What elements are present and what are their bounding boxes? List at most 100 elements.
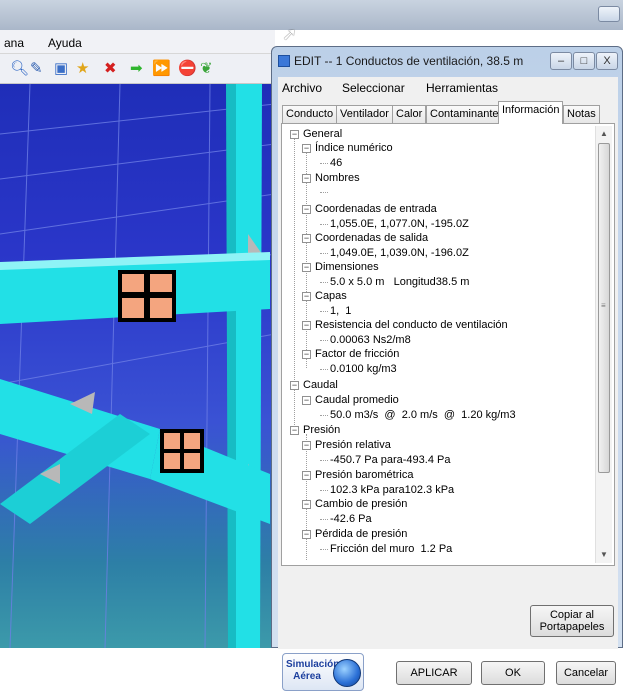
scrollbar-thumb[interactable]: ≡ — [598, 143, 610, 473]
tab-contaminante[interactable]: Contaminante — [426, 105, 503, 123]
tree-node-presion-barometrica[interactable]: Presión barométrica — [315, 469, 413, 482]
node-icon[interactable]: ❦ — [200, 60, 213, 78]
collapse-toggle[interactable]: − — [302, 396, 311, 405]
ok-button[interactable]: OK — [481, 661, 545, 685]
search-icon[interactable]: 🔍︎ — [10, 60, 29, 78]
tree-connector — [320, 163, 328, 164]
tree-node-coord-salida[interactable]: Coordenadas de salida — [315, 232, 428, 245]
tree-connector — [320, 192, 328, 193]
tab-calor[interactable]: Calor — [392, 105, 427, 123]
collapse-toggle[interactable]: − — [302, 234, 311, 243]
tree-node-caudal[interactable]: Caudal — [303, 379, 338, 392]
info-tree[interactable]: − General − Índice numérico 46 − Nombres… — [286, 128, 594, 561]
tree-node-nombres[interactable]: Nombres — [315, 172, 360, 185]
collapse-toggle[interactable]: − — [302, 321, 311, 330]
collapse-toggle[interactable]: − — [302, 441, 311, 450]
apply-button[interactable]: APLICAR — [396, 661, 472, 685]
tree-value-coord-salida: 1,049.0E, 1,039.0N, -196.0Z — [330, 247, 469, 259]
tree-value-resistencia: 0.00063 Ns2/m8 — [330, 334, 411, 346]
dialog-title: EDIT -- 1 Conductos de ventilación, 38.5… — [294, 54, 524, 68]
collapse-toggle[interactable]: − — [290, 426, 299, 435]
double-arrow-icon[interactable]: ⏩ — [152, 60, 171, 78]
tree-node-indice[interactable]: Índice numérico — [315, 142, 393, 155]
close-button[interactable]: X — [596, 52, 618, 70]
simulation-orb-icon — [333, 659, 361, 687]
tree-connector — [320, 311, 328, 312]
tree-connector — [320, 415, 328, 416]
tree-node-presion[interactable]: Presión — [303, 424, 340, 437]
junction-face — [150, 274, 172, 292]
tab-conducto[interactable]: Conducto — [282, 105, 338, 123]
tree-guide — [306, 434, 307, 561]
close-icon: X — [603, 55, 611, 67]
arrow-right-icon[interactable]: ➡ — [130, 60, 143, 78]
collapse-toggle[interactable]: − — [302, 530, 311, 539]
tree-node-resistencia[interactable]: Resistencia del conducto de ventilación — [315, 319, 508, 332]
tree-node-dimensiones[interactable]: Dimensiones — [315, 261, 379, 274]
tree-connector — [320, 253, 328, 254]
tree-vertical-scrollbar[interactable]: ▲ ≡ ▼ — [595, 126, 612, 563]
tree-node-cambio-presion[interactable]: Cambio de presión — [315, 498, 407, 511]
junction-face — [164, 453, 180, 469]
tree-node-capas[interactable]: Capas — [315, 290, 347, 303]
tree-value-friccion: 0.0100 kg/m3 — [330, 363, 397, 375]
menu-archivo[interactable]: Archivo — [282, 81, 322, 95]
collapse-toggle[interactable]: − — [302, 471, 311, 480]
tree-node-coord-entrada[interactable]: Coordenadas de entrada — [315, 203, 437, 216]
bg-menu-ventana[interactable]: ana — [4, 36, 24, 50]
junction-face — [150, 298, 172, 318]
collapse-toggle[interactable]: − — [302, 263, 311, 272]
tree-value-friccion-muro: Fricción del muro 1.2 Pa — [330, 543, 453, 555]
copy-to-clipboard-button[interactable]: Copiar al Portapapeles — [530, 605, 614, 637]
copy-button-label-line1: Copiar al — [549, 609, 595, 621]
app-icon — [278, 55, 290, 67]
scroll-down-arrow-icon[interactable]: ▼ — [596, 547, 612, 563]
tab-notas[interactable]: Notas — [563, 105, 600, 123]
delete-icon[interactable]: ✖ — [104, 60, 117, 78]
layers-icon[interactable]: ▣ — [54, 60, 68, 78]
dialog-client-area: Conducto Ventilador Calor Contaminante I… — [278, 99, 618, 691]
junction-face — [122, 274, 144, 292]
background-minimize-button[interactable] — [598, 6, 620, 22]
duct-vertical-shade — [226, 84, 236, 648]
menu-seleccionar[interactable]: Seleccionar — [342, 81, 405, 95]
collapse-toggle[interactable]: − — [302, 144, 311, 153]
informacion-panel: − General − Índice numérico 46 − Nombres… — [281, 123, 615, 566]
tree-value-capas: 1, 1 — [330, 305, 352, 317]
tree-connector — [320, 369, 328, 370]
tree-connector — [320, 224, 328, 225]
menu-herramientas[interactable]: Herramientas — [426, 81, 498, 95]
bg-menu-ayuda[interactable]: Ayuda — [48, 36, 82, 50]
air-simulation-button[interactable]: Simulación Aérea — [282, 653, 364, 691]
tree-node-friccion[interactable]: Factor de fricción — [315, 348, 399, 361]
maximize-button[interactable]: □ — [573, 52, 595, 70]
star-icon[interactable]: ★ — [76, 60, 89, 78]
tree-node-general[interactable]: General — [303, 128, 342, 141]
tree-node-perdida-presion[interactable]: Pérdida de presión — [315, 528, 407, 541]
tree-node-caudal-promedio[interactable]: Caudal promedio — [315, 394, 399, 407]
collapse-toggle[interactable]: − — [302, 292, 311, 301]
collapse-toggle[interactable]: − — [290, 130, 299, 139]
tree-node-presion-relativa[interactable]: Presión relativa — [315, 439, 391, 452]
tab-ventilador[interactable]: Ventilador — [336, 105, 393, 123]
collapse-toggle[interactable]: − — [302, 350, 311, 359]
cancel-button[interactable]: Cancelar — [556, 661, 616, 685]
collapse-toggle[interactable]: − — [302, 174, 311, 183]
tab-informacion[interactable]: Información — [498, 101, 564, 124]
3d-scene — [0, 84, 275, 648]
background-titlebar — [0, 0, 623, 30]
scroll-up-arrow-icon[interactable]: ▲ — [596, 126, 612, 142]
collapse-toggle[interactable]: − — [302, 205, 311, 214]
collapse-toggle[interactable]: − — [290, 381, 299, 390]
stop-icon[interactable]: ⛔ — [178, 60, 197, 78]
tree-guide — [294, 138, 295, 388]
air-simulation-label-line1: Simulación — [286, 659, 340, 670]
tree-value-dimensiones: 5.0 x 5.0 m Longitud38.5 m — [330, 276, 470, 288]
pencil-icon[interactable]: ✎ — [30, 60, 43, 78]
3d-viewport[interactable] — [0, 84, 275, 648]
copy-button-label-line2: Portapapeles — [539, 621, 605, 633]
tree-value-coord-entrada: 1,055.0E, 1,077.0N, -195.0Z — [330, 218, 469, 230]
background-toolbar: 🔍︎ ✎ ▣ ★ ✖ ➡ ⏩ ⛔ ❦ — [0, 54, 275, 84]
collapse-toggle[interactable]: − — [302, 500, 311, 509]
minimize-button[interactable]: – — [550, 52, 572, 70]
